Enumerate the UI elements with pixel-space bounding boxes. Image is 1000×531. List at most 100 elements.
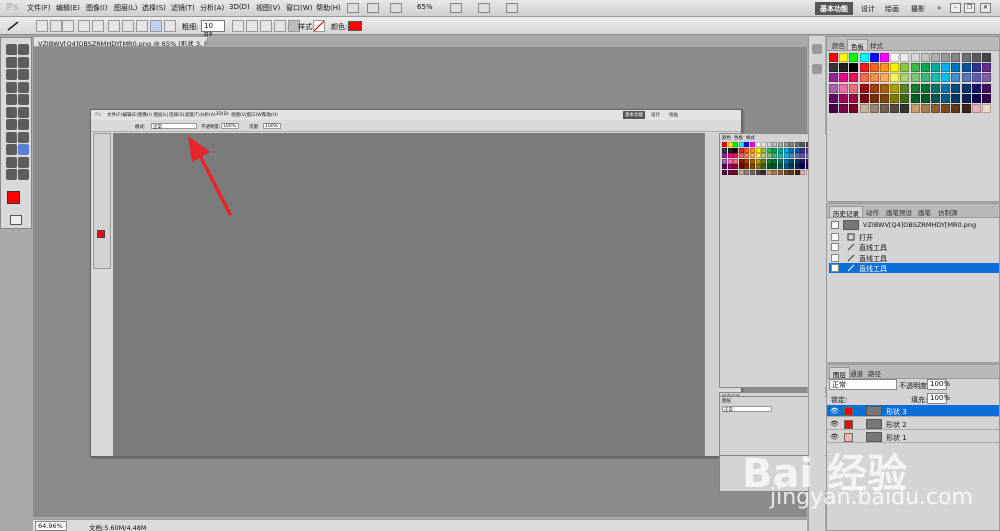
blend-mode-select[interactable]: 正常 bbox=[829, 379, 897, 390]
menu-view[interactable]: 视图(V) bbox=[256, 3, 280, 13]
tab-paths[interactable]: 路径 bbox=[865, 367, 884, 378]
workspace-photography[interactable]: 摄影 bbox=[906, 2, 930, 15]
panel-swatch[interactable] bbox=[951, 93, 961, 103]
panel-swatch[interactable] bbox=[920, 83, 930, 93]
minimize-icon[interactable]: – bbox=[950, 3, 961, 13]
quick-select-tool-icon[interactable] bbox=[18, 56, 29, 68]
history-item-checkbox[interactable] bbox=[831, 243, 839, 252]
panel-swatch[interactable] bbox=[829, 73, 838, 83]
panel-swatch[interactable] bbox=[961, 63, 971, 73]
panel-swatch[interactable] bbox=[839, 63, 849, 73]
panel-swatch[interactable] bbox=[859, 104, 869, 113]
panel-swatch[interactable] bbox=[931, 63, 940, 73]
move-tool-icon[interactable] bbox=[6, 44, 17, 55]
hand-tool-icon[interactable] bbox=[6, 169, 17, 180]
panel-swatch[interactable] bbox=[982, 83, 991, 93]
tab-brush-presets[interactable]: 画笔预设 bbox=[883, 206, 915, 217]
panel-swatch[interactable] bbox=[880, 83, 889, 93]
panel-swatch[interactable] bbox=[890, 73, 900, 83]
restore-icon[interactable]: ❐ bbox=[964, 3, 975, 13]
panel-swatch[interactable] bbox=[880, 53, 889, 62]
panel-swatch[interactable] bbox=[941, 93, 951, 103]
panel-swatch[interactable] bbox=[900, 93, 910, 103]
panel-swatch[interactable] bbox=[839, 93, 849, 103]
panel-swatch[interactable] bbox=[982, 104, 991, 113]
panel-swatch[interactable] bbox=[982, 73, 991, 83]
panel-swatch[interactable] bbox=[982, 93, 991, 103]
panel-swatch[interactable] bbox=[890, 53, 900, 62]
crop-tool-icon[interactable] bbox=[6, 69, 17, 80]
panel-swatch[interactable] bbox=[951, 73, 961, 83]
paragraph-panel-icon[interactable] bbox=[812, 64, 822, 74]
panel-swatch[interactable] bbox=[839, 73, 849, 83]
panel-swatch[interactable] bbox=[971, 53, 981, 62]
color-panel-icon[interactable] bbox=[812, 44, 822, 54]
status-zoom[interactable]: 64.96% bbox=[35, 521, 67, 531]
new-layer-icon[interactable] bbox=[232, 20, 244, 32]
visibility-eye-icon[interactable]: 👁 bbox=[830, 407, 839, 415]
menu-file[interactable]: 文件(F) bbox=[27, 3, 51, 13]
document-tab[interactable]: VZIBWV[Q4]OBSZRMHDY[MR0.png @ 65% (形状 3,… bbox=[33, 36, 208, 47]
panel-swatch[interactable] bbox=[910, 53, 920, 62]
panel-swatch[interactable] bbox=[880, 73, 889, 83]
menu-window[interactable]: 窗口(W) bbox=[286, 3, 312, 13]
panel-swatch[interactable] bbox=[900, 63, 910, 73]
type-tool-icon[interactable] bbox=[18, 131, 29, 143]
panel-swatch[interactable] bbox=[951, 63, 961, 73]
pen-icon[interactable] bbox=[78, 20, 90, 32]
history-item[interactable]: 直线工具 bbox=[829, 242, 999, 252]
close-icon[interactable]: ✕ bbox=[980, 3, 991, 13]
workspace-painting[interactable]: 绘画 bbox=[880, 2, 904, 15]
line-tool-icon[interactable] bbox=[18, 144, 29, 155]
history-brush-tool-icon[interactable] bbox=[18, 94, 29, 105]
panel-swatch[interactable] bbox=[920, 104, 930, 113]
dodge-tool-icon[interactable] bbox=[18, 119, 29, 130]
panel-swatch[interactable] bbox=[849, 63, 859, 73]
pen-tool-icon[interactable] bbox=[6, 131, 17, 143]
panel-swatch[interactable] bbox=[941, 73, 951, 83]
history-item-checkbox[interactable] bbox=[831, 263, 839, 272]
gradient-tool-icon[interactable] bbox=[18, 106, 29, 118]
panel-swatch[interactable] bbox=[869, 93, 879, 103]
panel-swatch[interactable] bbox=[941, 63, 951, 73]
workspace-design[interactable]: 设计 bbox=[856, 2, 880, 15]
panel-swatch[interactable] bbox=[910, 93, 920, 103]
panel-swatch[interactable] bbox=[931, 83, 940, 93]
zoom-level-select[interactable]: 65% bbox=[414, 2, 450, 14]
panel-swatch[interactable] bbox=[890, 83, 900, 93]
spot-heal-tool-icon[interactable] bbox=[6, 81, 17, 93]
foreground-color[interactable] bbox=[7, 191, 20, 204]
menu-edit[interactable]: 编辑(E) bbox=[56, 3, 80, 13]
panel-swatch[interactable] bbox=[849, 53, 859, 62]
ellipse-icon[interactable] bbox=[136, 20, 148, 32]
history-item[interactable]: 直线工具 bbox=[829, 262, 999, 273]
menu-image[interactable]: 图像(I) bbox=[86, 3, 108, 13]
panel-swatch[interactable] bbox=[931, 93, 940, 103]
view-extras-icon[interactable] bbox=[390, 3, 402, 13]
add-shape-icon[interactable] bbox=[246, 20, 258, 32]
marquee-tool-icon[interactable] bbox=[18, 44, 29, 55]
panel-swatch[interactable] bbox=[971, 73, 981, 83]
history-item[interactable]: 打开 bbox=[829, 232, 999, 242]
workspace-essentials[interactable]: 基本功能 bbox=[815, 2, 853, 15]
panel-swatch[interactable] bbox=[880, 93, 889, 103]
panel-swatch[interactable] bbox=[971, 83, 981, 93]
panel-swatch[interactable] bbox=[910, 104, 920, 113]
tab-history[interactable]: 历史记录 bbox=[829, 206, 863, 218]
panel-swatch[interactable] bbox=[869, 63, 879, 73]
panel-swatch[interactable] bbox=[849, 104, 859, 113]
panel-swatch[interactable] bbox=[941, 53, 951, 62]
menu-layer[interactable]: 图层(L) bbox=[114, 3, 137, 13]
panel-swatch[interactable] bbox=[910, 73, 920, 83]
snapshot-checkbox[interactable] bbox=[831, 221, 839, 229]
panel-swatch[interactable] bbox=[829, 104, 838, 113]
panel-swatch[interactable] bbox=[829, 93, 838, 103]
panel-swatch[interactable] bbox=[951, 83, 961, 93]
tab-styles[interactable]: 样式 bbox=[867, 39, 886, 50]
menu-analysis[interactable]: 分析(A) bbox=[200, 3, 224, 13]
panel-swatch[interactable] bbox=[910, 83, 920, 93]
panel-swatch[interactable] bbox=[920, 63, 930, 73]
panel-swatch[interactable] bbox=[920, 73, 930, 83]
panel-swatch[interactable] bbox=[951, 104, 961, 113]
panel-swatch[interactable] bbox=[869, 53, 879, 62]
